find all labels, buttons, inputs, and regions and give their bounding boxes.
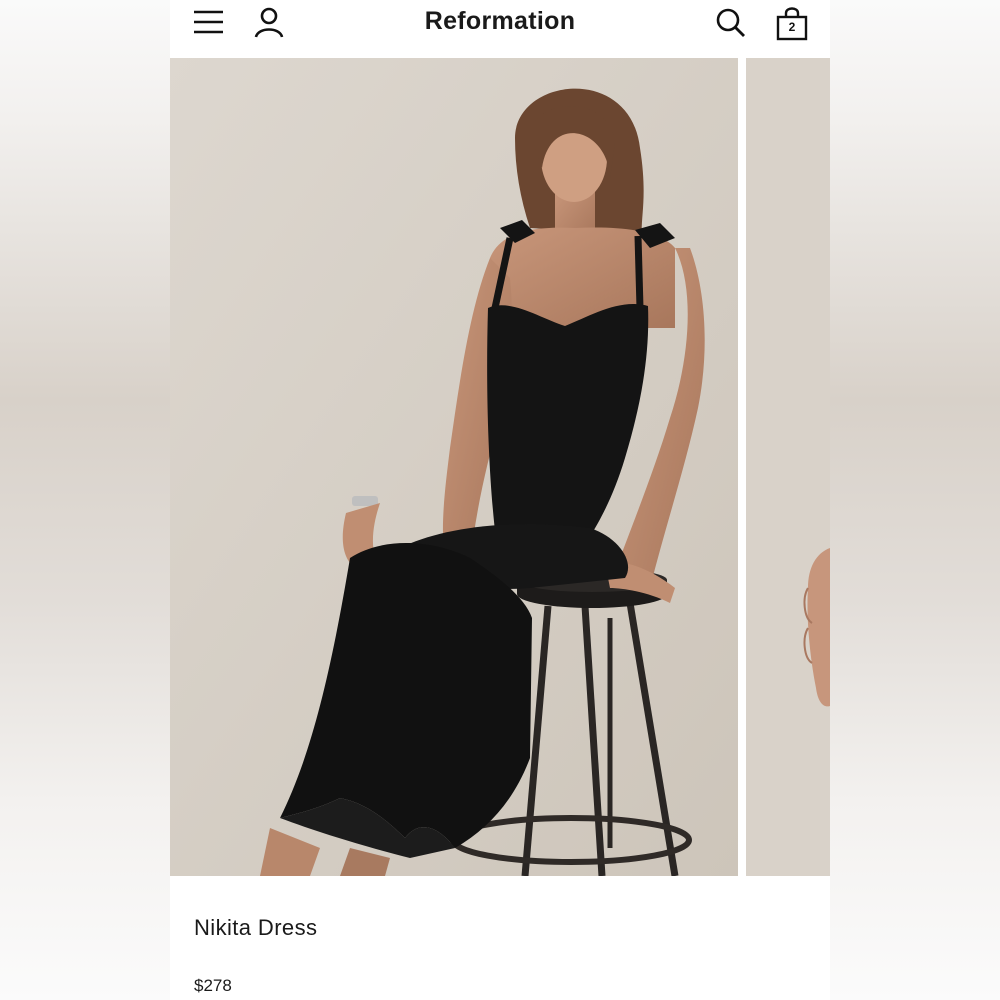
- search-icon[interactable]: [712, 4, 750, 42]
- bag-count-badge: 2: [788, 20, 796, 34]
- menu-icon[interactable]: [190, 4, 228, 42]
- product-image-next[interactable]: [746, 58, 830, 876]
- blurred-background-right: [830, 0, 1000, 1000]
- product-title[interactable]: Nikita Dress: [194, 915, 317, 941]
- app-screen: Reformation 2 Nikita Dress $278: [170, 0, 830, 1000]
- account-icon[interactable]: [250, 4, 288, 42]
- top-navigation-bar: Reformation 2: [170, 0, 830, 58]
- blurred-background-left: [0, 0, 170, 1000]
- product-price: $278: [194, 976, 232, 995]
- product-image-carousel[interactable]: [170, 58, 830, 876]
- shopping-bag-button[interactable]: 2: [773, 4, 811, 42]
- product-image-main[interactable]: [170, 58, 738, 876]
